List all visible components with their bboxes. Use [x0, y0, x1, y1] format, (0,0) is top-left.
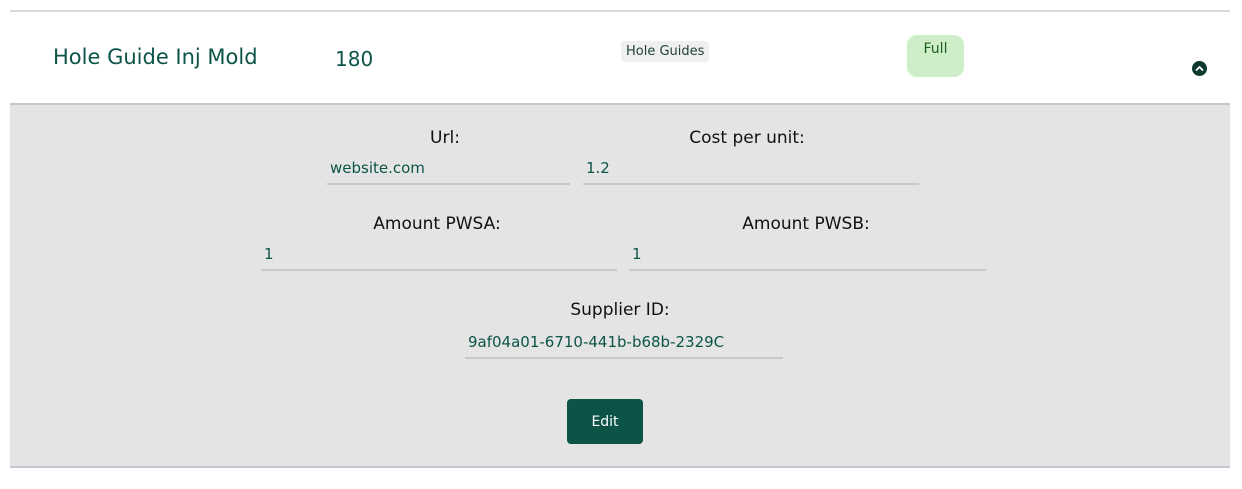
- status-badge: Full: [907, 35, 964, 77]
- amount-pwsb-field[interactable]: [629, 245, 986, 271]
- url-label: Url:: [430, 128, 460, 148]
- amount-pwsb-label: Amount PWSB:: [742, 214, 870, 234]
- category-tag: Hole Guides: [621, 41, 710, 62]
- amount-pwsa-label: Amount PWSA:: [373, 214, 501, 234]
- inventory-item-card: Hole Guide Inj Mold 180 Hole Guides Full…: [10, 0, 1230, 489]
- bottom-divider: [10, 466, 1230, 468]
- item-details-panel: Url: Cost per unit: Amount PWSA: Amount …: [10, 103, 1230, 468]
- supplier-id-label: Supplier ID:: [570, 300, 670, 320]
- amount-pwsa-field[interactable]: [261, 245, 617, 271]
- supplier-id-field[interactable]: [465, 333, 783, 359]
- cost-per-unit-label: Cost per unit:: [689, 128, 805, 148]
- url-field[interactable]: [327, 159, 570, 185]
- edit-button[interactable]: Edit: [567, 399, 643, 444]
- item-quantity: 180: [335, 47, 374, 71]
- chevron-up-circle-icon[interactable]: [1192, 61, 1207, 76]
- item-name: Hole Guide Inj Mold: [53, 45, 258, 69]
- cost-per-unit-field[interactable]: [583, 159, 919, 185]
- item-header[interactable]: Hole Guide Inj Mold 180 Hole Guides Full: [10, 12, 1230, 103]
